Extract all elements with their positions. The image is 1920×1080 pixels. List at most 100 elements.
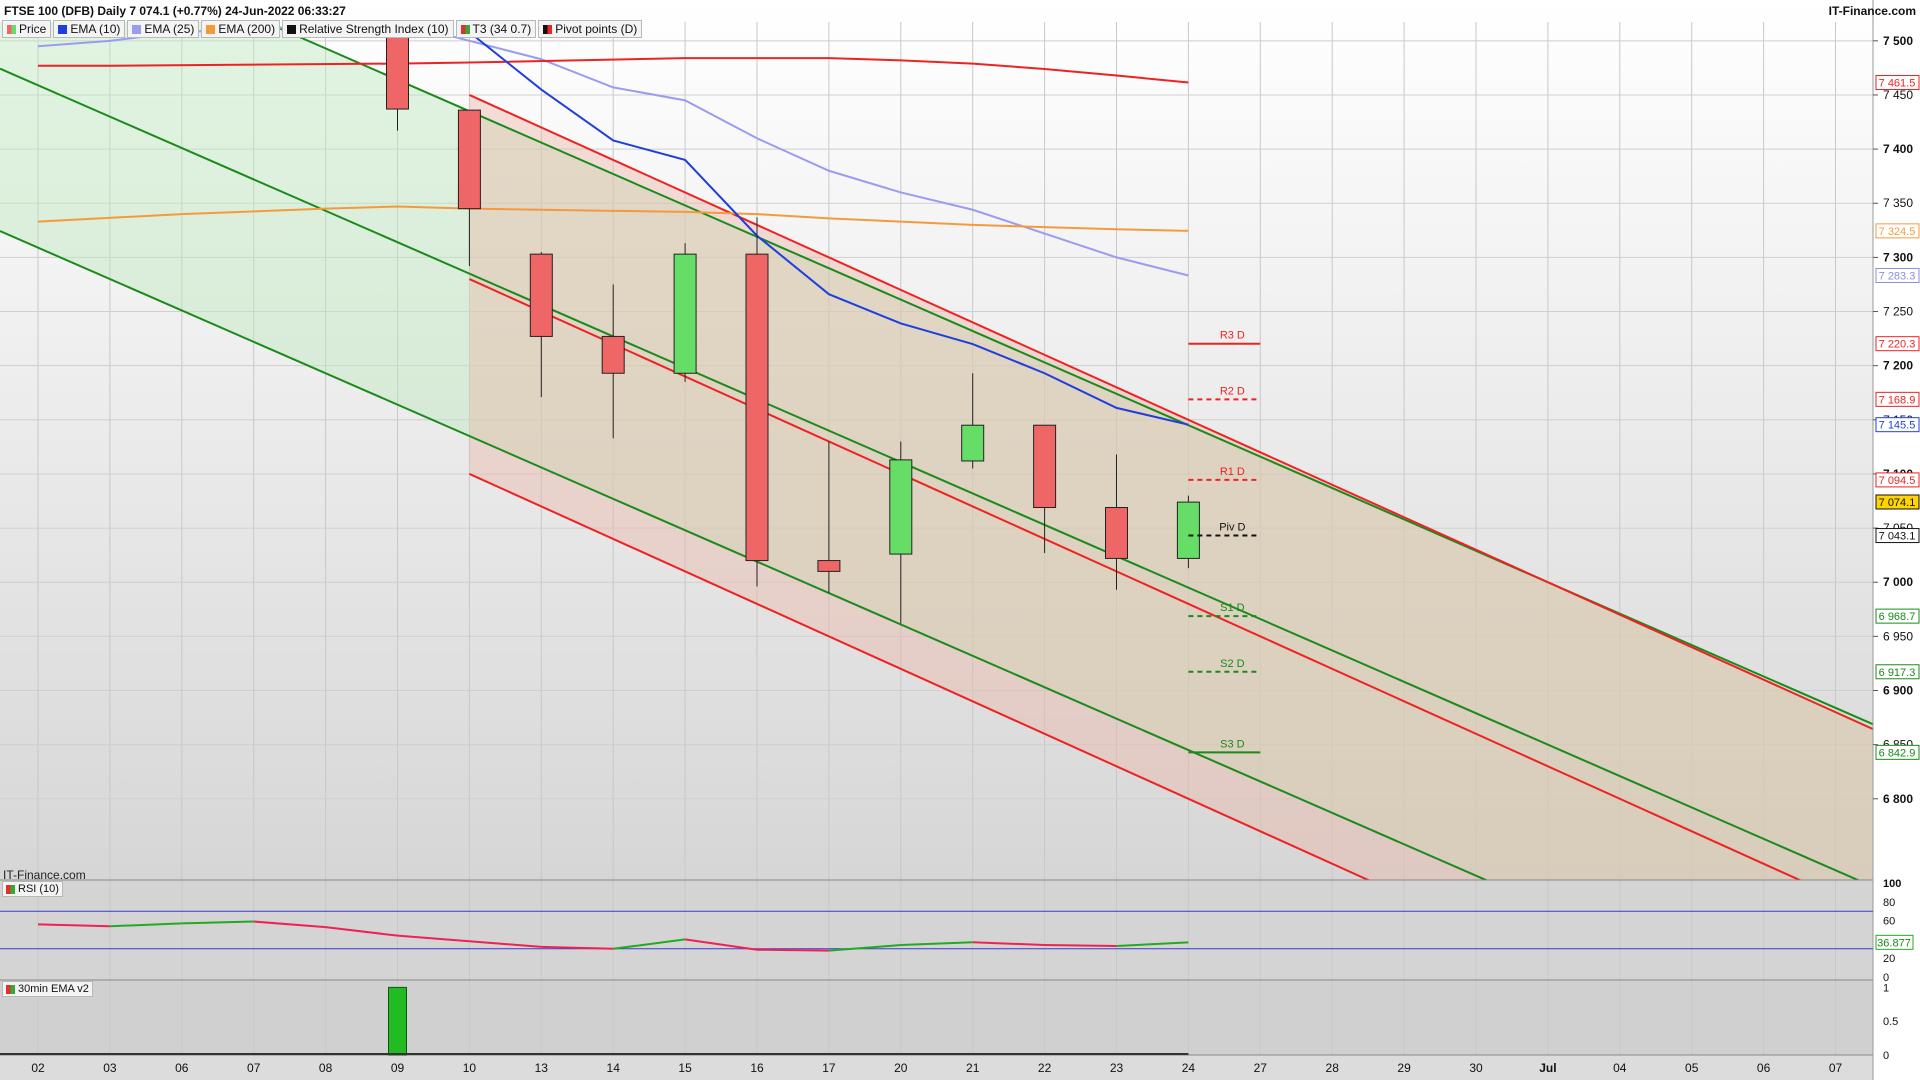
x-tick-label: 08 (319, 1061, 333, 1075)
pivot-label: S1 D (1220, 602, 1245, 614)
price-tag-label: 7 461.5 (1879, 78, 1916, 90)
y-tick-label: 7 450 (1883, 88, 1913, 102)
price-tag-label: 7 094.5 (1879, 475, 1916, 487)
chart-title: FTSE 100 (DFB) Daily 7 074.1 (+0.77%) 24… (4, 4, 346, 18)
x-tick-label: 10 (463, 1061, 477, 1075)
y-tick-label: 7 400 (1883, 142, 1913, 156)
candle[interactable] (1176, 495, 1200, 569)
y-tick-label: 6 900 (1883, 684, 1913, 698)
candle[interactable] (673, 243, 697, 382)
y-tick-label: 7 250 (1883, 305, 1913, 319)
y-tick-label: 7 350 (1883, 196, 1913, 210)
price-tag: 6 842.9 (1875, 744, 1920, 760)
y-tick-label: 7 300 (1883, 250, 1913, 264)
x-tick-label: 17 (822, 1061, 836, 1075)
square-icon (58, 24, 68, 34)
ema30-panel-label[interactable]: 30min EMA v2 (2, 981, 93, 997)
candle-body-down (386, 29, 409, 110)
x-tick-label: 14 (607, 1061, 621, 1075)
price-tag: 7 168.9 (1875, 391, 1920, 407)
candle[interactable] (745, 217, 769, 587)
rsi-tick-label: 80 (1883, 897, 1895, 909)
ema30-tick-label: 0 (1883, 1050, 1889, 1062)
y-tick-label: 6 800 (1883, 792, 1913, 806)
square-icon (6, 884, 15, 894)
x-tick-label: 09 (391, 1061, 405, 1075)
pivot-label: S2 D (1220, 658, 1245, 670)
ema30-bar (388, 986, 407, 1056)
ema30-tick-label: 0.5 (1883, 1016, 1898, 1028)
x-tick-label: 16 (750, 1061, 764, 1075)
y-tick-label: 7 000 (1883, 575, 1913, 589)
x-tick-label: 22 (1038, 1061, 1052, 1075)
price-tag: 7 145.5 (1875, 417, 1920, 433)
pivot-label: R2 D (1220, 385, 1245, 397)
candle-body-up (961, 424, 985, 462)
price-tag-label: 7 283.3 (1879, 270, 1916, 282)
price-tag: 7 283.3 (1875, 267, 1920, 283)
rsi-background (0, 880, 1920, 980)
ema30-background (0, 980, 1920, 1055)
price-tag: 7 074.1 (1875, 494, 1920, 510)
candle-body-up (673, 253, 697, 374)
square-icon (206, 24, 216, 34)
square-icon (132, 24, 142, 34)
ema30-tick-label: 1 (1883, 982, 1889, 994)
x-tick-label: Jul (1539, 1061, 1556, 1075)
candle-body-up (889, 459, 913, 555)
candle-body-down (601, 335, 625, 374)
square-icon (6, 984, 15, 994)
x-tick-label: 29 (1397, 1061, 1411, 1075)
price-tag-label: 6 842.9 (1879, 747, 1916, 759)
y-tick-label: 7 500 (1883, 34, 1913, 48)
candle-body-down (529, 253, 553, 337)
x-tick-label: 06 (1757, 1061, 1771, 1075)
x-tick-label: 27 (1254, 1061, 1268, 1075)
legend-item-rsi[interactable]: Relative Strength Index (10) (282, 20, 454, 38)
x-tick-label: 07 (1829, 1061, 1843, 1075)
price-tag: 6 968.7 (1875, 608, 1920, 624)
legend-item-ema200[interactable]: EMA (200) (201, 20, 281, 38)
candle-body-down (1033, 424, 1057, 509)
price-tag: 6 917.3 (1875, 664, 1920, 680)
x-tick-label: 05 (1685, 1061, 1699, 1075)
legend-item-t3[interactable]: T3 (34 0.7) (455, 20, 537, 38)
x-tick-label: 02 (31, 1061, 45, 1075)
x-tick-label: 03 (103, 1061, 117, 1075)
x-tick-label: 07 (247, 1061, 261, 1075)
price-tag: 7 461.5 (1875, 75, 1920, 91)
price-tag-label: 7 145.5 (1879, 420, 1916, 432)
price-tag: 7 324.5 (1875, 223, 1920, 239)
candle-body-up (1176, 501, 1200, 559)
square-icon (287, 24, 297, 34)
rsi-tick-label: 20 (1883, 953, 1895, 965)
legend-item-pivots[interactable]: Pivot points (D) (538, 20, 643, 38)
legend-item-ema25[interactable]: EMA (25) (127, 20, 200, 38)
x-tick-label: 23 (1110, 1061, 1124, 1075)
price-tag: 7 043.1 (1875, 528, 1920, 544)
price-tag-label: 6 917.3 (1879, 667, 1916, 679)
x-tick-label: 24 (1182, 1061, 1196, 1075)
x-tick-label: 28 (1326, 1061, 1340, 1075)
pivot-label: S3 D (1220, 738, 1245, 750)
brand-label: IT-Finance.com (1828, 4, 1916, 18)
x-tick-label: 15 (678, 1061, 692, 1075)
candle-body-down (817, 560, 841, 572)
rsi-value-label: 36.877 (1877, 937, 1911, 949)
x-tick-label: 30 (1469, 1061, 1483, 1075)
legend-item-price[interactable]: Price (2, 20, 52, 38)
y-tick-label: 7 200 (1883, 359, 1913, 373)
x-tick-label: 06 (175, 1061, 189, 1075)
square-icon (460, 24, 470, 34)
square-icon (543, 24, 553, 34)
price-chart[interactable]: R3 DR2 DR1 DPiv DS1 DS2 DS3 D7 5007 4507… (0, 0, 1920, 1080)
price-tag-label: 7 324.5 (1879, 226, 1916, 238)
price-tag-label: 7 074.1 (1879, 497, 1916, 509)
legend-item-ema10[interactable]: EMA (10) (53, 20, 126, 38)
x-axis-background (0, 1055, 1920, 1080)
candle-body-down (457, 109, 481, 210)
x-tick-label: 13 (535, 1061, 549, 1075)
rsi-panel-label[interactable]: RSI (10) (2, 881, 63, 897)
x-tick-label: 04 (1613, 1061, 1627, 1075)
price-tag: 7 094.5 (1875, 472, 1920, 488)
